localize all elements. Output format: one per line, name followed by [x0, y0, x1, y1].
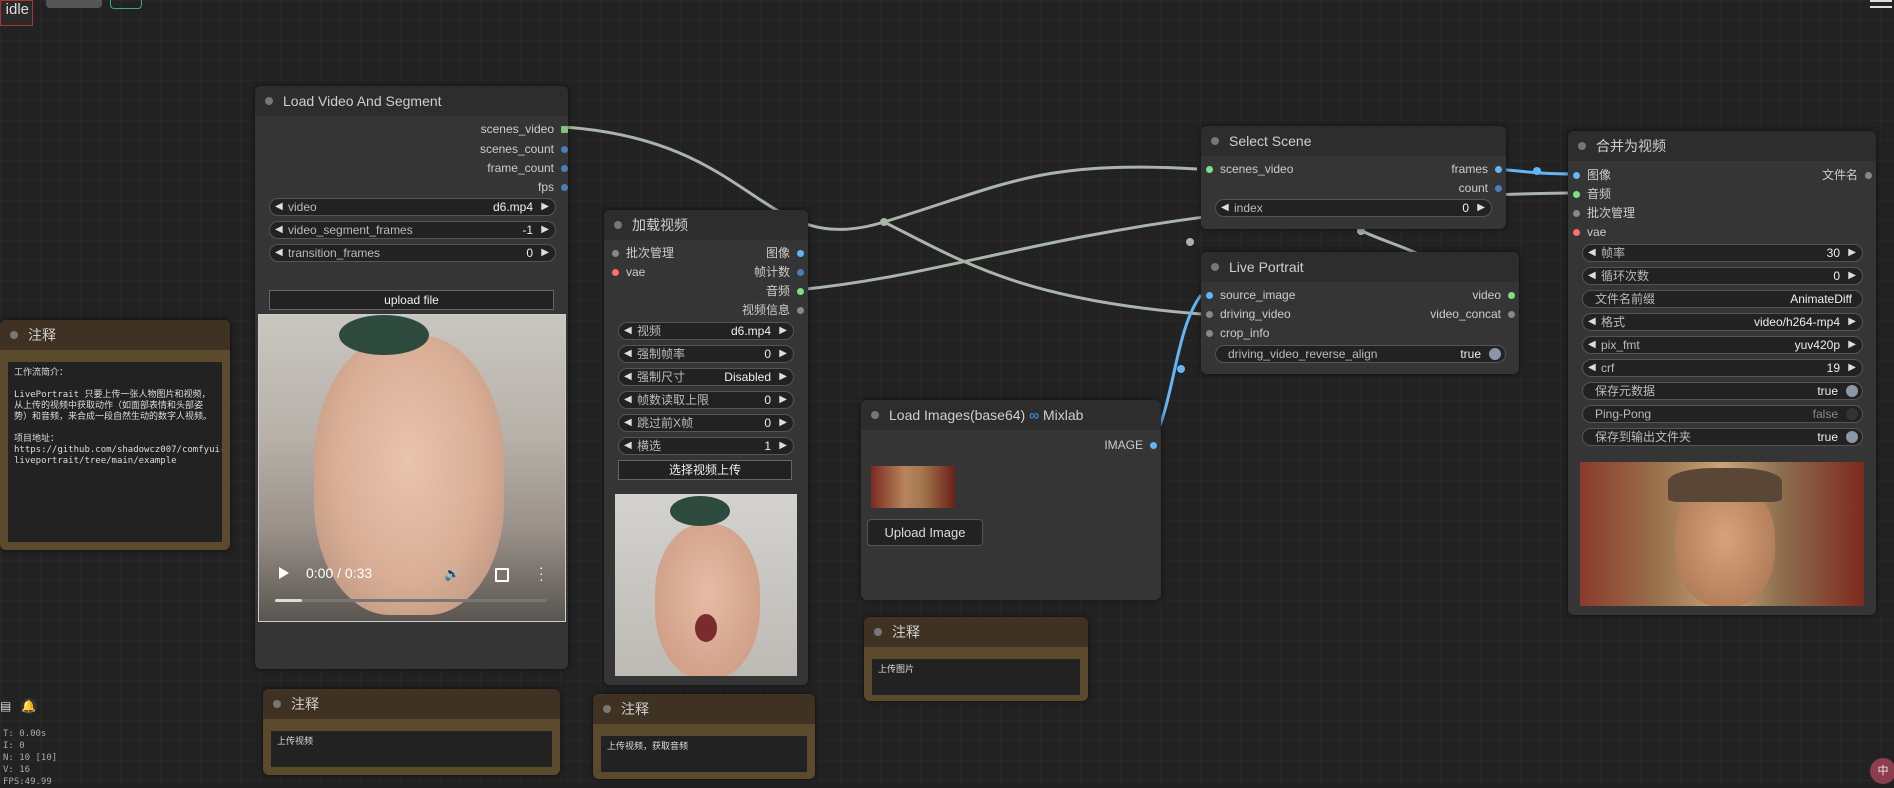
- output-video-info[interactable]: 视频信息: [742, 303, 804, 317]
- widget-frame-rate[interactable]: ◀ 帧率 30 ▶: [1582, 244, 1863, 262]
- more-options-icon[interactable]: · · ·: [539, 560, 544, 586]
- note-text[interactable]: 上传视频: [271, 731, 552, 767]
- toolbar-button-2[interactable]: [110, 0, 142, 9]
- output-count[interactable]: count: [1459, 181, 1502, 195]
- widget-loop-count[interactable]: ◀ 循环次数 0 ▶: [1582, 267, 1863, 285]
- note-title[interactable]: 注释: [0, 320, 230, 350]
- node-title[interactable]: Live Portrait: [1201, 252, 1519, 282]
- widget-skip-frames[interactable]: ◀ 跳过前X帧 0 ▶: [618, 414, 794, 432]
- video-frame-hair: [339, 315, 429, 355]
- node-title[interactable]: Select Scene: [1201, 126, 1506, 156]
- widget-transition-frames[interactable]: ◀ transition_frames 0 ▶: [269, 244, 556, 262]
- input-vae[interactable]: vae: [1573, 225, 1606, 239]
- output-frame-count[interactable]: 帧计数: [754, 265, 804, 279]
- input-batch-manager[interactable]: 批次管理: [612, 246, 674, 260]
- language-badge[interactable]: 中: [1870, 758, 1894, 784]
- output-video-preview: [1580, 462, 1864, 606]
- note-text[interactable]: 工作流简介： LivePortrait 只要上传一张人物图片和视频，从上传的视频…: [8, 362, 222, 542]
- output-video[interactable]: video: [1472, 288, 1515, 302]
- widget-force-rate[interactable]: ◀ 强制帧率 0 ▶: [618, 345, 794, 363]
- note-upload-image[interactable]: 注释 上传图片: [864, 617, 1088, 701]
- output-fps[interactable]: fps: [538, 180, 568, 194]
- output-scenes-video[interactable]: scenes_video: [481, 122, 568, 136]
- node-load-video-segment[interactable]: Load Video And Segment scenes_video scen…: [255, 86, 568, 669]
- node-load-images-base64[interactable]: Load Images(base64) ∞ Mixlab IMAGE Uploa…: [861, 400, 1161, 600]
- widget-video[interactable]: ◀ video d6.mp4 ▶: [269, 198, 556, 216]
- notes-icon[interactable]: ▤: [0, 699, 11, 713]
- upload-image-button[interactable]: Upload Image: [867, 519, 983, 546]
- note-text[interactable]: 上传视频，获取音频: [601, 736, 807, 772]
- widget-select-every[interactable]: ◀ 横选 1 ▶: [618, 437, 794, 455]
- widget-filename-prefix[interactable]: 文件名前缀 AnimateDiff: [1582, 290, 1863, 308]
- widget-video-segment-frames[interactable]: ◀ video_segment_frames -1 ▶: [269, 221, 556, 239]
- output-video-concat[interactable]: video_concat: [1430, 307, 1515, 321]
- note-title[interactable]: 注释: [263, 689, 560, 719]
- node-title[interactable]: 加载视频: [604, 210, 808, 240]
- note-upload-video[interactable]: 注释 上传视频: [263, 689, 560, 775]
- video-preview: [615, 494, 797, 676]
- fullscreen-icon[interactable]: [495, 568, 509, 582]
- toggle-driving-video-reverse-align[interactable]: driving_video_reverse_align true: [1215, 345, 1506, 363]
- note-workflow-intro[interactable]: 注释 工作流简介： LivePortrait 只要上传一张人物图片和视频，从上传…: [0, 320, 230, 550]
- queue-status: idle: [0, 0, 33, 26]
- node-title-text: Load Video And Segment: [283, 93, 442, 109]
- output-scenes-count[interactable]: scenes_count: [480, 142, 568, 156]
- input-scenes-video[interactable]: scenes_video: [1206, 162, 1293, 176]
- video-time: 0:00 / 0:33: [306, 565, 373, 581]
- input-driving-video[interactable]: driving_video: [1206, 307, 1291, 321]
- bell-icon[interactable]: 🔔: [20, 698, 37, 714]
- widget-crf[interactable]: ◀ crf 19 ▶: [1582, 359, 1863, 377]
- note-title[interactable]: 注释: [593, 694, 815, 724]
- widget-force-size[interactable]: ◀ 强制尺寸 Disabled ▶: [618, 368, 794, 386]
- input-crop-info[interactable]: crop_info: [1206, 326, 1269, 340]
- widget-frame-cap[interactable]: ◀ 帧数读取上限 0 ▶: [618, 391, 794, 409]
- mixlab-brand-icon: ∞: [1029, 407, 1040, 423]
- node-combine-video[interactable]: 合并为视频 图像 音频 批次管理 vae 文件名 ◀ 帧率 30 ▶ ◀ 循环次数 0 ▶ …: [1568, 131, 1876, 615]
- render-stats: T: 0.00s I: 0 N: 10 [10] V: 16 FPS:49.99: [3, 729, 58, 787]
- node-title[interactable]: Load Images(base64) ∞ Mixlab: [861, 400, 1161, 430]
- note-upload-video-audio[interactable]: 注释 上传视频，获取音频: [593, 694, 815, 779]
- input-source-image[interactable]: source_image: [1206, 288, 1295, 302]
- toggle-save-output[interactable]: 保存到输出文件夹 true: [1582, 428, 1863, 446]
- widget-format[interactable]: ◀ 格式 video/h264-mp4 ▶: [1582, 313, 1863, 331]
- output-image[interactable]: IMAGE: [1104, 438, 1157, 452]
- upload-file-button[interactable]: upload file: [269, 290, 554, 310]
- video-player[interactable]: 0:00 / 0:33 🔊 · · ·: [258, 314, 566, 622]
- widget-cn-video[interactable]: ◀ 视频 d6.mp4 ▶: [618, 322, 794, 340]
- hud-icons[interactable]: ▤ 🔔: [0, 698, 37, 714]
- toggle-ping-pong[interactable]: Ping-Pong false: [1582, 405, 1863, 423]
- node-title[interactable]: Load Video And Segment: [255, 86, 568, 116]
- queue-status-label: idle: [5, 1, 29, 18]
- video-progress-fill: [275, 599, 303, 602]
- input-batch-manager[interactable]: 批次管理: [1573, 206, 1635, 220]
- node-live-portrait[interactable]: Live Portrait source_image driving_video…: [1201, 252, 1519, 374]
- node-title[interactable]: 合并为视频: [1568, 131, 1876, 161]
- output-audio[interactable]: 音频: [766, 284, 804, 298]
- input-vae[interactable]: vae: [612, 265, 645, 279]
- output-frames[interactable]: frames: [1451, 162, 1502, 176]
- toggle-save-metadata[interactable]: 保存元数据 true: [1582, 382, 1863, 400]
- input-audio[interactable]: 音频: [1573, 187, 1611, 201]
- widget-pix-fmt[interactable]: ◀ pix_fmt yuv420p ▶: [1582, 336, 1863, 354]
- toolbar-button-1[interactable]: [46, 0, 102, 8]
- choose-video-upload-button[interactable]: 选择视频上传: [618, 460, 792, 480]
- play-icon[interactable]: [279, 567, 289, 579]
- note-text[interactable]: 上传图片: [872, 659, 1080, 695]
- input-image[interactable]: 图像: [1573, 168, 1611, 182]
- output-image[interactable]: 图像: [766, 246, 804, 260]
- node-select-scene[interactable]: Select Scene scenes_video frames count ◀…: [1201, 126, 1506, 229]
- volume-icon[interactable]: 🔊: [444, 566, 460, 582]
- video-progress-track[interactable]: [275, 599, 547, 602]
- uploaded-image-thumbnail: [871, 466, 955, 508]
- output-frame-count[interactable]: frame_count: [487, 161, 568, 175]
- node-load-video-cn[interactable]: 加载视频 批次管理 vae 图像 帧计数 音频 视频信息 ◀ 视频 d6.mp4 ▶ …: [604, 210, 808, 685]
- note-title[interactable]: 注释: [864, 617, 1088, 647]
- widget-index[interactable]: ◀ index 0 ▶: [1215, 199, 1492, 217]
- output-filename[interactable]: 文件名: [1822, 168, 1872, 182]
- menu-icon[interactable]: [1870, 0, 1892, 12]
